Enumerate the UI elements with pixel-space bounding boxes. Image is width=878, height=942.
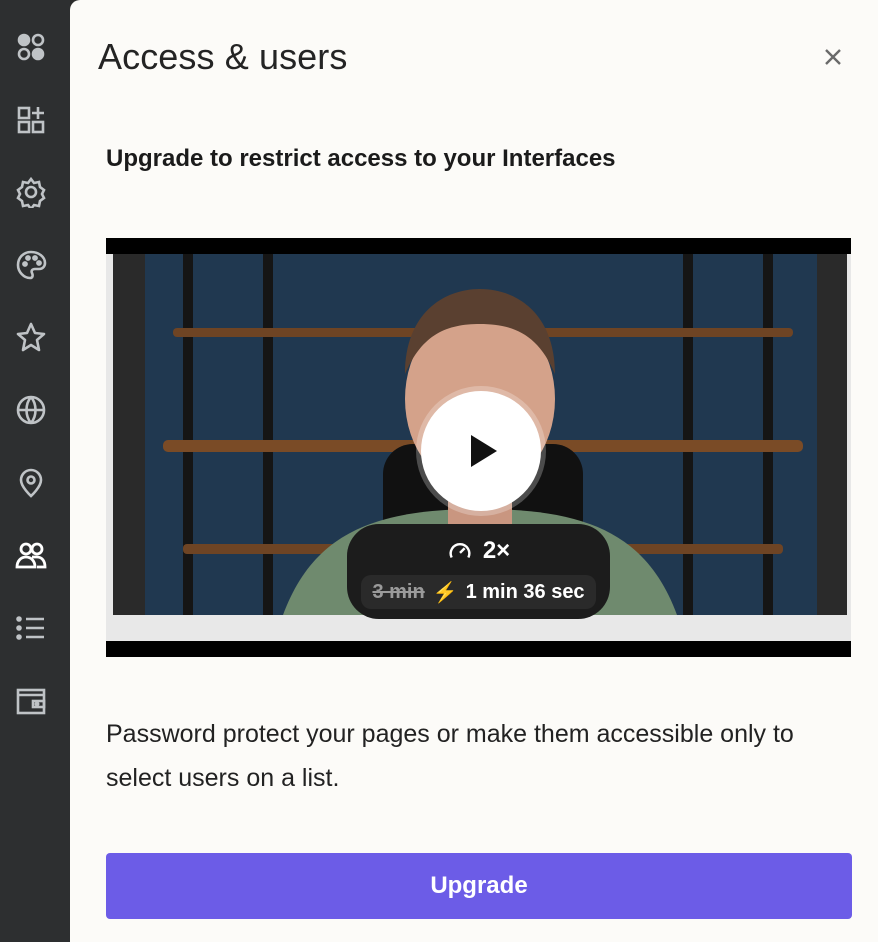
original-duration: 3 min <box>372 580 425 603</box>
lightning-icon: ⚡ <box>432 581 458 604</box>
apps-icon[interactable] <box>11 27 51 67</box>
speed-row: 2× <box>347 536 610 566</box>
palette-icon[interactable] <box>11 245 51 285</box>
upgrade-button[interactable]: Upgrade <box>106 853 852 919</box>
video-player[interactable]: 2× 3 min ⚡ 1 min 36 sec <box>106 238 851 657</box>
speedometer-icon <box>449 543 471 559</box>
sidebar <box>0 0 70 942</box>
play-button[interactable] <box>421 391 541 511</box>
settings-gear-icon[interactable] <box>11 172 51 212</box>
panel-title: Access & users <box>98 36 348 77</box>
close-icon <box>825 49 841 65</box>
users-icon[interactable] <box>11 535 51 575</box>
globe-icon[interactable] <box>11 390 51 430</box>
list-icon[interactable] <box>11 608 51 648</box>
upgrade-headline: Upgrade to restrict access to your Inter… <box>106 145 616 172</box>
wallet-icon[interactable] <box>11 681 51 721</box>
speed-label: 2× <box>482 537 511 564</box>
duration-chip: 3 min ⚡ 1 min 36 sec <box>361 575 596 609</box>
access-users-panel: Access & users Upgrade to restrict acces… <box>70 0 878 942</box>
close-button[interactable] <box>820 44 846 70</box>
star-icon[interactable] <box>11 317 51 357</box>
reduced-duration: 1 min 36 sec <box>465 580 585 603</box>
add-widget-icon[interactable] <box>11 100 51 140</box>
playback-speed-badge: 2× 3 min ⚡ 1 min 36 sec <box>347 524 610 619</box>
play-icon <box>471 435 497 467</box>
location-pin-icon[interactable] <box>11 463 51 503</box>
description-text: Password protect your pages or make them… <box>106 720 794 792</box>
